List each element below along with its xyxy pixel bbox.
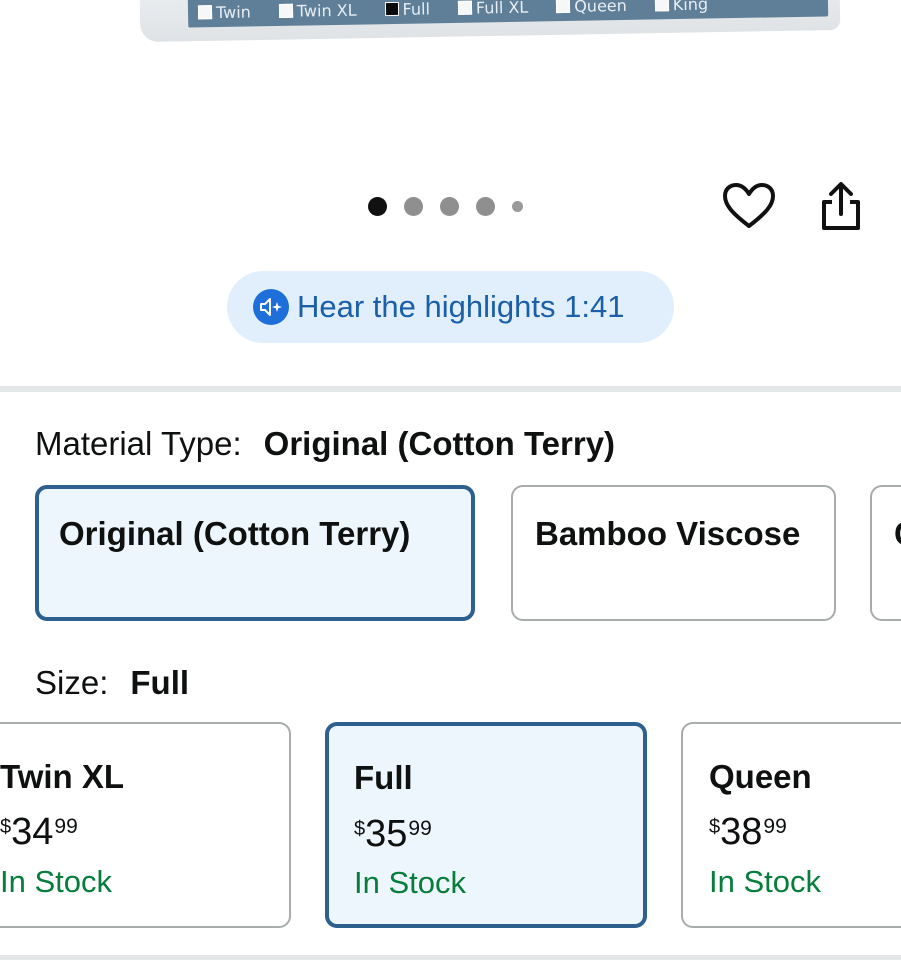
price: $35 99 xyxy=(354,813,432,855)
option-title: Bamboo Viscose xyxy=(535,515,801,552)
checkbox-icon xyxy=(197,5,213,20)
section-divider xyxy=(0,386,901,392)
carousel-dot[interactable] xyxy=(476,197,495,216)
option-title: Full xyxy=(354,759,413,796)
checkbox-checked-icon xyxy=(384,1,399,17)
material-option-bamboo[interactable]: Bamboo Viscose xyxy=(511,485,836,621)
size-option-twin-xl[interactable]: Twin XL $34 99 In Stock xyxy=(0,722,291,928)
price: $38 99 xyxy=(709,811,787,853)
checkbox-icon xyxy=(278,3,293,18)
option-title: Original (Cotton Terry) xyxy=(59,515,411,552)
heart-icon[interactable] xyxy=(722,182,776,230)
package-size-chip: Queen xyxy=(556,0,627,16)
stock-status: In Stock xyxy=(709,864,821,899)
carousel-dot[interactable] xyxy=(512,201,523,212)
product-image[interactable]: Twin Twin XL Full Full XL Queen King xyxy=(139,0,841,43)
package-size-chip: Twin XL xyxy=(278,0,357,20)
size-selected: Full xyxy=(130,664,190,701)
size-label: Size: xyxy=(35,664,109,701)
stock-status: In Stock xyxy=(354,865,466,900)
checkbox-icon xyxy=(556,0,571,14)
speaker-sparkle-icon xyxy=(253,289,289,325)
package-size-chip: Full XL xyxy=(457,0,528,17)
carousel-dots xyxy=(368,197,523,216)
material-option-original[interactable]: Original (Cotton Terry) xyxy=(35,485,475,621)
stock-status: In Stock xyxy=(0,864,112,899)
material-type-label: Material Type: xyxy=(35,425,242,462)
size-heading: Size: Full xyxy=(35,664,189,702)
price: $34 99 xyxy=(0,811,78,853)
material-option-partial[interactable]: C xyxy=(870,485,901,621)
package-size-chip: King xyxy=(654,0,708,14)
section-divider xyxy=(0,955,901,960)
size-option-full[interactable]: Full $35 99 In Stock xyxy=(325,722,647,928)
material-type-selected: Original (Cotton Terry) xyxy=(263,425,616,462)
carousel-dot-active[interactable] xyxy=(368,197,387,216)
option-title: Twin XL xyxy=(0,758,125,795)
hear-highlights-label: Hear the highlights 1:41 xyxy=(297,289,625,324)
carousel-dot[interactable] xyxy=(404,197,423,216)
checkbox-icon xyxy=(457,0,473,15)
checkbox-icon xyxy=(654,0,669,12)
carousel-dot[interactable] xyxy=(440,197,459,216)
share-icon[interactable] xyxy=(816,180,866,234)
size-option-queen[interactable]: Queen $38 99 In Stock xyxy=(681,722,901,928)
option-title: Queen xyxy=(709,758,812,795)
package-size-chip: Twin xyxy=(197,2,251,22)
material-type-heading: Material Type: Original (Cotton Terry) xyxy=(35,425,615,463)
hear-highlights-button[interactable]: Hear the highlights 1:41 xyxy=(227,271,674,343)
package-size-chip: Full xyxy=(384,0,430,19)
option-title: C xyxy=(894,515,901,553)
